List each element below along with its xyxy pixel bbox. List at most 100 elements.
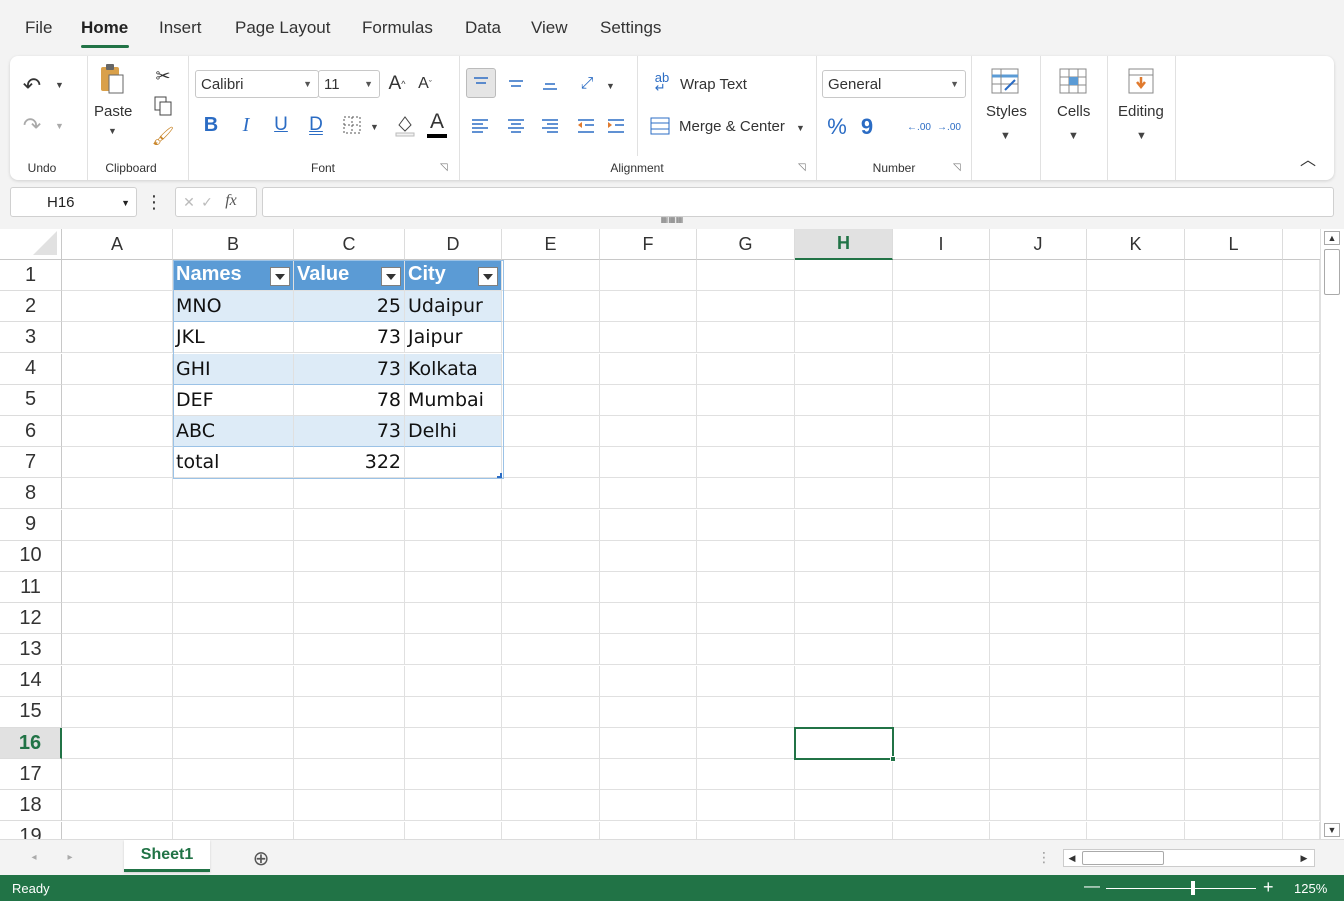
cell-b5[interactable]: DEF — [173, 384, 294, 416]
cell-l10[interactable] — [1185, 540, 1283, 572]
cell-b13[interactable] — [173, 634, 294, 666]
cell-d4[interactable]: Kolkata — [405, 353, 502, 385]
cell-b2[interactable]: MNO — [173, 291, 294, 323]
cell-f2[interactable] — [600, 291, 697, 323]
cell-m4[interactable] — [1283, 353, 1320, 385]
cell-j19[interactable] — [990, 821, 1087, 839]
wrap-text-button[interactable]: Wrap Text — [680, 76, 747, 93]
align-right-icon[interactable] — [536, 112, 564, 140]
cell-k2[interactable] — [1087, 291, 1185, 323]
cell-j12[interactable] — [990, 603, 1087, 635]
cell-l3[interactable] — [1185, 322, 1283, 354]
cells-dropdown-icon[interactable]: ▼ — [1068, 130, 1079, 142]
column-header-b[interactable]: B — [173, 229, 294, 260]
cell-h14[interactable] — [795, 665, 893, 697]
cell-j2[interactable] — [990, 291, 1087, 323]
cell-d19[interactable] — [405, 821, 502, 839]
row-header-6[interactable]: 6 — [0, 416, 62, 447]
cell-m16[interactable] — [1283, 728, 1320, 759]
filter-dropdown-icon[interactable] — [381, 267, 401, 286]
cell-b7[interactable]: total — [173, 447, 294, 479]
column-header-e[interactable]: E — [502, 229, 600, 260]
cell-b3[interactable]: JKL — [173, 322, 294, 354]
cell-b19[interactable] — [173, 821, 294, 839]
cell-e18[interactable] — [502, 790, 600, 822]
cell-d3[interactable]: Jaipur — [405, 322, 502, 354]
row-header-1[interactable]: 1 — [0, 260, 62, 291]
align-bottom-icon[interactable] — [536, 70, 564, 98]
cell-k19[interactable] — [1087, 821, 1185, 839]
row-header-13[interactable]: 13 — [0, 634, 62, 666]
cell-m13[interactable] — [1283, 634, 1320, 666]
double-underline-icon[interactable]: D — [305, 112, 327, 138]
cell-e15[interactable] — [502, 696, 600, 728]
cell-a14[interactable] — [62, 665, 173, 697]
row-header-17[interactable]: 17 — [0, 759, 62, 791]
cell-j16[interactable] — [990, 728, 1087, 759]
cell-e3[interactable] — [502, 322, 600, 354]
cell-i5[interactable] — [893, 384, 990, 416]
cell-i4[interactable] — [893, 353, 990, 385]
italic-icon[interactable]: I — [235, 112, 257, 138]
column-header-g[interactable]: G — [697, 229, 795, 260]
cell-h2[interactable] — [795, 291, 893, 323]
cell-j8[interactable] — [990, 478, 1087, 510]
paste-icon[interactable] — [98, 62, 126, 96]
cell-d18[interactable] — [405, 790, 502, 822]
redo-dropdown-icon[interactable]: ▼ — [55, 121, 64, 131]
cell-d11[interactable] — [405, 572, 502, 603]
tab-insert[interactable]: Insert — [159, 18, 202, 38]
cell-e4[interactable] — [502, 353, 600, 385]
cell-m14[interactable] — [1283, 665, 1320, 697]
cell-i13[interactable] — [893, 634, 990, 666]
cell-d1[interactable]: City — [405, 260, 502, 291]
cells-icon[interactable] — [1057, 66, 1089, 96]
cell-k15[interactable] — [1087, 696, 1185, 728]
cell-d15[interactable] — [405, 696, 502, 728]
cell-b16[interactable] — [173, 728, 294, 759]
cell-j9[interactable] — [990, 509, 1087, 541]
cell-a2[interactable] — [62, 291, 173, 323]
cell-k5[interactable] — [1087, 384, 1185, 416]
cell-d12[interactable] — [405, 603, 502, 635]
zoom-slider-track[interactable] — [1106, 888, 1256, 889]
cell-c5[interactable]: 78 — [294, 384, 405, 416]
cell-k9[interactable] — [1087, 509, 1185, 541]
name-box[interactable]: H16 ▼ — [10, 187, 137, 217]
row-header-15[interactable]: 15 — [0, 696, 62, 728]
cell-h1[interactable] — [795, 260, 893, 291]
row-header-10[interactable]: 10 — [0, 540, 62, 572]
cell-m19[interactable] — [1283, 821, 1320, 839]
cell-f3[interactable] — [600, 322, 697, 354]
cell-c8[interactable] — [294, 478, 405, 510]
fill-color-icon[interactable] — [393, 112, 417, 138]
sheet-tab-sheet1[interactable]: Sheet1 — [124, 840, 210, 872]
filter-dropdown-icon[interactable] — [270, 267, 290, 286]
cell-f17[interactable] — [600, 759, 697, 791]
cell-h17[interactable] — [795, 759, 893, 791]
align-middle-icon[interactable] — [502, 70, 530, 98]
cell-a13[interactable] — [62, 634, 173, 666]
cell-k16[interactable] — [1087, 728, 1185, 759]
align-top-icon[interactable] — [466, 68, 496, 98]
undo-icon[interactable]: ↶ — [18, 72, 46, 100]
cell-j15[interactable] — [990, 696, 1087, 728]
cell-c14[interactable] — [294, 665, 405, 697]
cell-c18[interactable] — [294, 790, 405, 822]
cell-l13[interactable] — [1185, 634, 1283, 666]
cell-e16[interactable] — [502, 728, 600, 759]
underline-icon[interactable]: U — [270, 112, 292, 138]
cell-e19[interactable] — [502, 821, 600, 839]
confirm-icon[interactable]: ✓ — [200, 193, 214, 211]
cell-c9[interactable] — [294, 509, 405, 541]
cell-h8[interactable] — [795, 478, 893, 510]
row-header-19[interactable]: 19 — [0, 821, 62, 839]
cell-l11[interactable] — [1185, 572, 1283, 603]
cell-f7[interactable] — [600, 447, 697, 479]
cell-i9[interactable] — [893, 509, 990, 541]
cell-g3[interactable] — [697, 322, 795, 354]
cell-e7[interactable] — [502, 447, 600, 479]
merge-center-icon[interactable] — [648, 114, 672, 138]
orientation-dropdown-icon[interactable]: ▼ — [606, 81, 615, 91]
cell-i14[interactable] — [893, 665, 990, 697]
